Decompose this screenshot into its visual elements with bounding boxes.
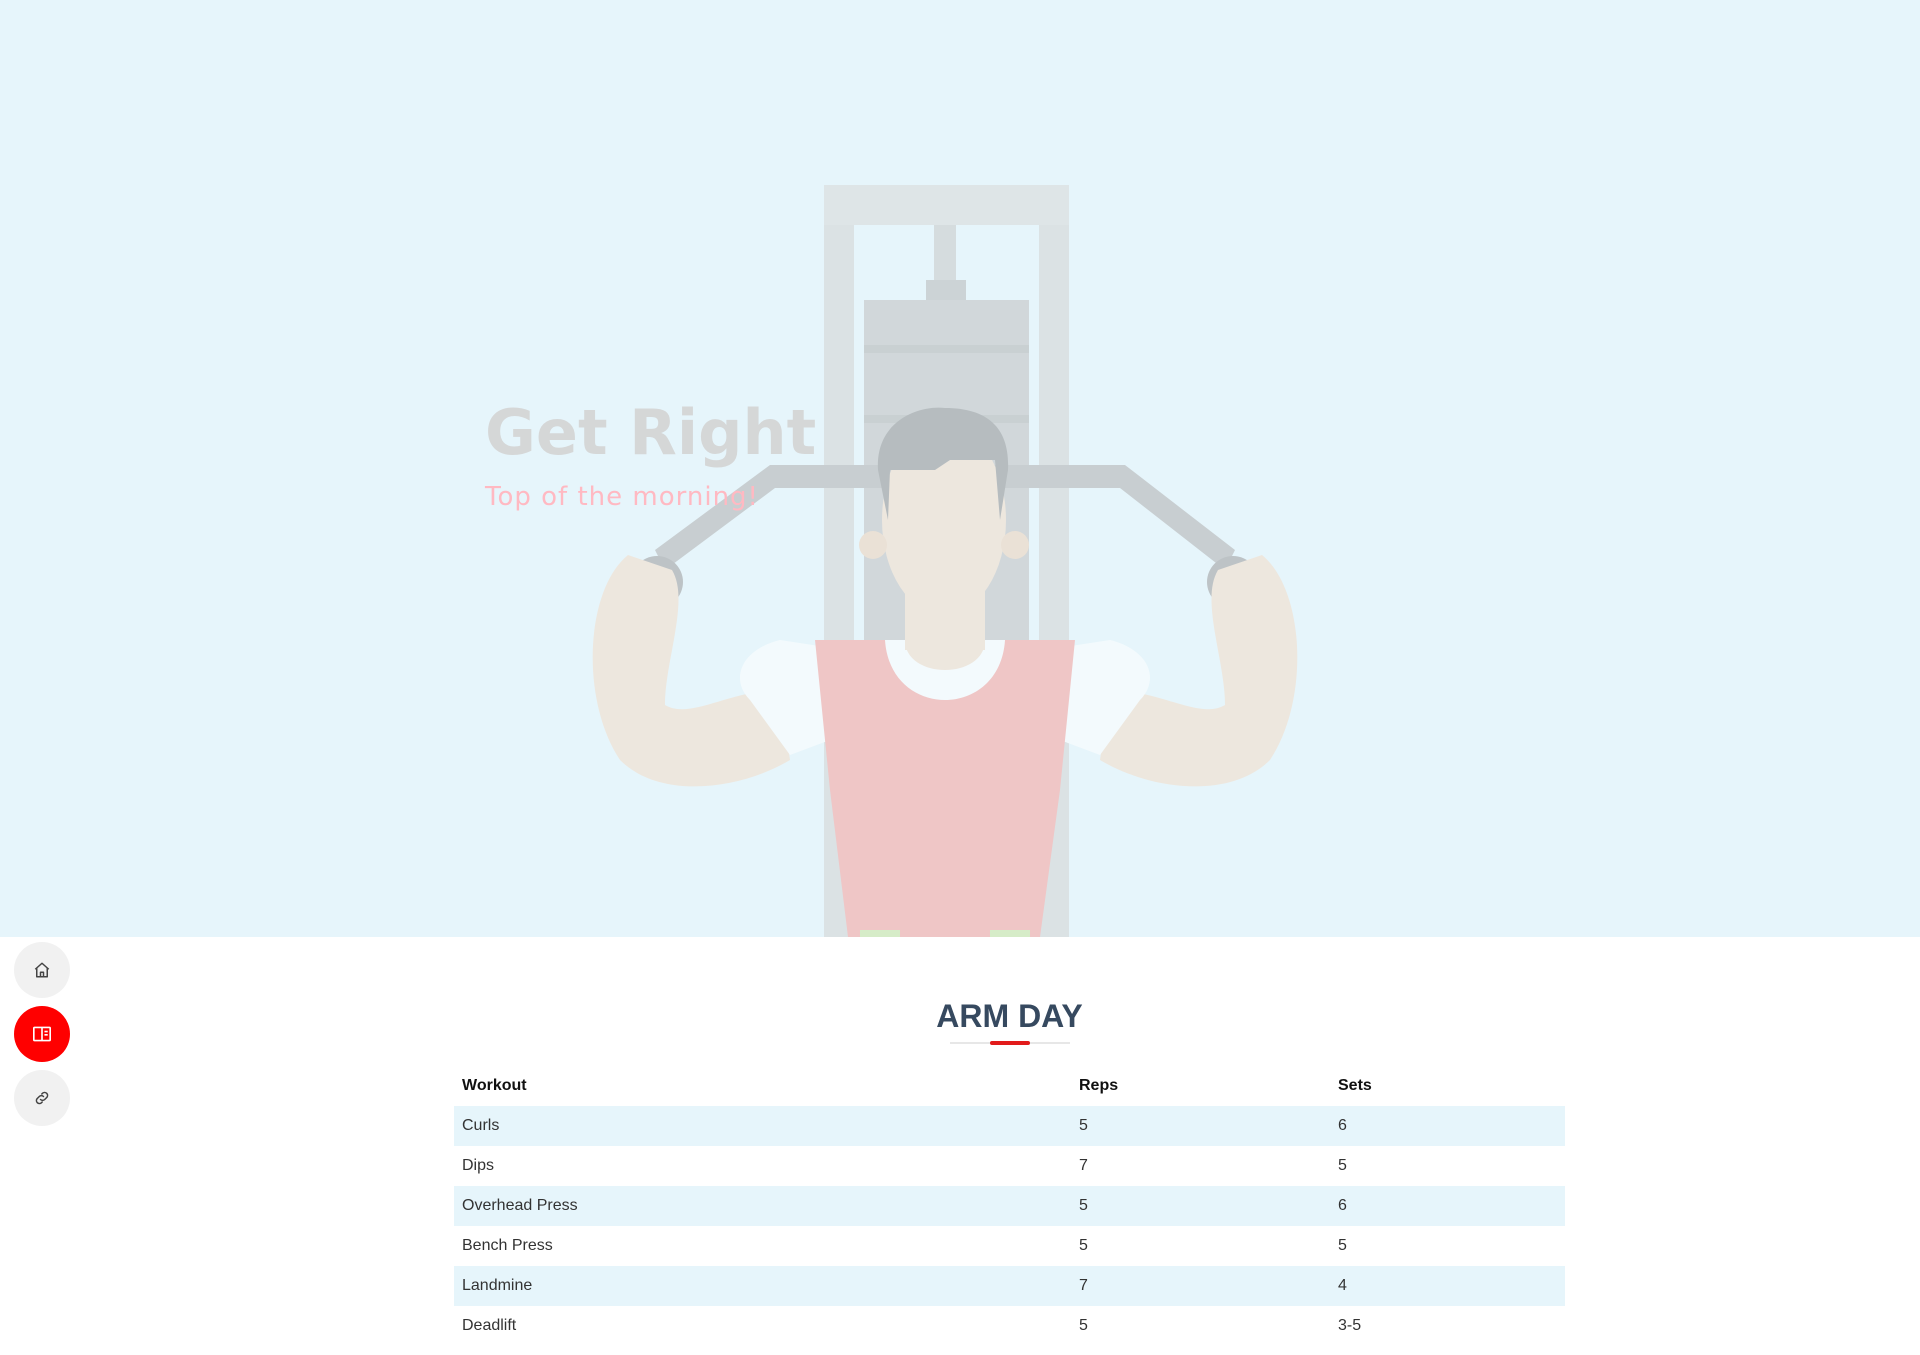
title-divider	[949, 1041, 1070, 1045]
side-nav	[14, 942, 72, 1134]
cell-sets: 6	[1330, 1106, 1565, 1146]
cell-workout: Curls	[454, 1106, 1071, 1146]
header-sets: Sets	[1338, 1077, 1372, 1094]
cell-sets: 6	[1330, 1186, 1565, 1226]
cell-reps: 5	[1079, 1237, 1088, 1254]
cell-sets: 3-5	[1338, 1317, 1362, 1334]
nav-book-button[interactable]	[14, 1006, 70, 1062]
table-header-row: Workout Reps Sets	[454, 1066, 1565, 1106]
cell-reps: 7	[1071, 1266, 1330, 1306]
nav-home-button[interactable]	[14, 942, 70, 998]
cell-reps: 5	[1071, 1106, 1330, 1146]
hero-subtitle: Top of the morning!	[485, 482, 759, 512]
book-icon	[33, 1026, 51, 1042]
cell-sets: 5	[1338, 1157, 1347, 1174]
cell-workout: Dips	[462, 1157, 495, 1174]
header-workout: Workout	[462, 1077, 527, 1094]
section-title: ARM DAY	[936, 998, 1083, 1034]
cell-workout: Landmine	[454, 1266, 1071, 1306]
nav-link-button[interactable]	[14, 1070, 70, 1126]
cell-reps: 5	[1071, 1186, 1330, 1226]
link-icon	[35, 1091, 49, 1105]
arm-day-section: ARM DAY Workout Reps Sets Curls 5 6 Dips…	[454, 990, 1565, 1346]
cell-reps: 5	[1079, 1317, 1088, 1334]
hero-text: Get Right Top of the morning!	[485, 396, 817, 513]
header-reps: Reps	[1079, 1077, 1119, 1094]
cell-reps: 7	[1079, 1157, 1088, 1174]
table-row: Bench Press 5 5	[454, 1226, 1565, 1266]
table-row: Deadlift 5 3-5	[454, 1306, 1565, 1346]
cell-workout: Bench Press	[462, 1237, 553, 1254]
cell-sets: 5	[1338, 1237, 1347, 1254]
table-row: Dips 7 5	[454, 1146, 1565, 1186]
table-row: Curls 5 6	[454, 1106, 1565, 1146]
home-icon	[34, 962, 50, 978]
table-row: Landmine 7 4	[454, 1266, 1565, 1306]
title-divider-accent	[989, 1041, 1030, 1045]
hero-banner: Get Right Top of the morning!	[0, 0, 1920, 937]
cell-workout: Overhead Press	[454, 1186, 1071, 1226]
hero-title: Get Right	[485, 396, 817, 469]
table-row: Overhead Press 5 6	[454, 1186, 1565, 1226]
cell-sets: 4	[1330, 1266, 1565, 1306]
gym-illustration	[592, 185, 1298, 937]
workout-table: Workout Reps Sets Curls 5 6 Dips 7 5 Ove…	[454, 1066, 1565, 1346]
cell-workout: Deadlift	[462, 1317, 517, 1334]
